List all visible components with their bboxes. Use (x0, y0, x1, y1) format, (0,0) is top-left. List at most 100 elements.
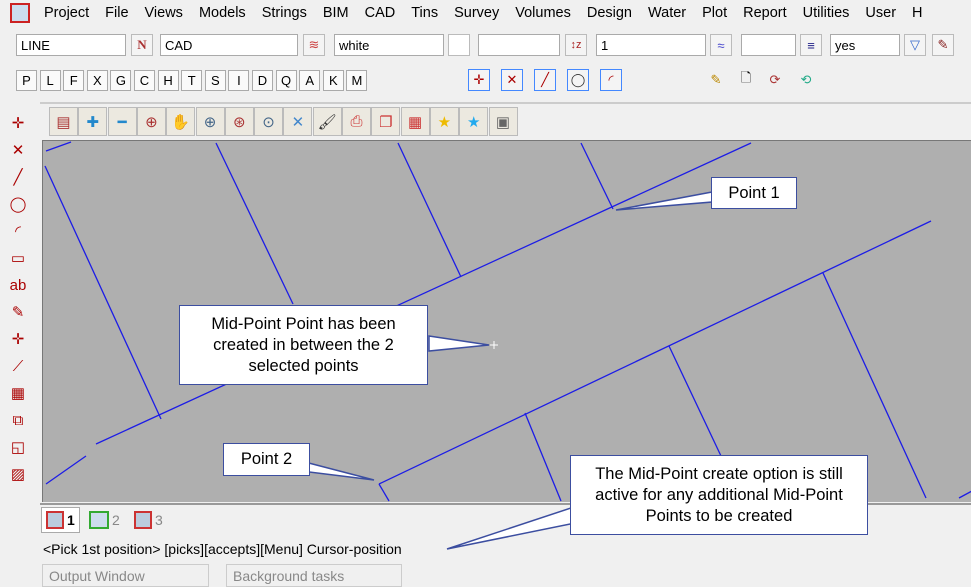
menu-project[interactable]: Project (36, 5, 97, 21)
menu-design[interactable]: Design (579, 5, 640, 21)
menu-report[interactable]: Report (735, 5, 795, 21)
zoom-window-icon[interactable]: ⊛ (224, 107, 254, 136)
style-field[interactable] (478, 34, 560, 56)
zoom-out-icon[interactable]: ━ (107, 107, 137, 136)
filter-a-button[interactable]: A (299, 70, 321, 91)
menu-bim[interactable]: BIM (315, 5, 357, 21)
view-tab-3[interactable]: 3 (134, 507, 163, 533)
table-tool-icon[interactable]: ▦ (5, 381, 31, 405)
string-line[interactable] (378, 220, 932, 485)
menu-h[interactable]: H (904, 5, 930, 21)
line-tool-icon[interactable]: ╱ (5, 165, 31, 189)
name-button[interactable]: N (131, 34, 153, 56)
transform-tool-icon[interactable]: ✛ (5, 327, 31, 351)
arc-tool-icon[interactable]: ◜ (5, 219, 31, 243)
menu-survey[interactable]: Survey (446, 5, 507, 21)
filter-q-button[interactable]: Q (275, 70, 297, 91)
edit-icon[interactable]: ⟳ (764, 69, 786, 91)
filter-l-button[interactable]: L (39, 70, 61, 91)
filter-t-button[interactable]: T (181, 70, 203, 91)
grid-icon[interactable]: ▦ (400, 107, 430, 136)
filter-h-button[interactable]: H (157, 70, 179, 91)
string-line[interactable] (95, 142, 752, 445)
zoom-plus-minus-icon[interactable]: ⊕ (195, 107, 225, 136)
zoom-previous-icon[interactable]: ⊙ (254, 107, 284, 136)
string-line[interactable] (397, 142, 462, 278)
view-tab-2[interactable]: 2 (89, 507, 120, 533)
model-field[interactable] (160, 34, 298, 56)
menu-strings[interactable]: Strings (254, 5, 315, 21)
layers-icon[interactable]: ≋ (303, 34, 325, 56)
filter-g-button[interactable]: G (110, 70, 132, 91)
brush-tool-icon[interactable]: ✎ (5, 300, 31, 324)
view-tab-1[interactable]: 1 (41, 507, 80, 533)
string-line[interactable] (44, 165, 162, 420)
filter-p-button[interactable]: P (16, 70, 37, 91)
pan-icon[interactable]: ✋ (166, 107, 196, 136)
visible-field[interactable] (830, 34, 900, 56)
z-icon[interactable]: ↕z (565, 34, 587, 56)
string-line[interactable] (580, 142, 614, 210)
menu-models[interactable]: Models (191, 5, 254, 21)
text-tool-icon[interactable]: ab (5, 273, 31, 297)
menu-file[interactable]: File (97, 5, 136, 21)
paint-icon[interactable]: 🖌 (312, 107, 342, 136)
menu-tins[interactable]: Tins (403, 5, 446, 21)
filter-m-button[interactable]: M (346, 70, 368, 91)
extra-field[interactable] (741, 34, 796, 56)
filter-x-button[interactable]: X (86, 70, 108, 91)
view-tool-icon[interactable]: ⧉ (5, 408, 31, 432)
string-type-field[interactable] (16, 34, 126, 56)
doc-icon[interactable]: 🗋 (735, 69, 757, 91)
point-tool-icon[interactable]: ✛ (5, 111, 31, 135)
string-line[interactable] (45, 455, 87, 485)
string-line[interactable] (378, 483, 390, 502)
filter-k-button[interactable]: K (322, 70, 344, 91)
linestyle-icon[interactable]: ≈ (710, 34, 732, 56)
triangle-down-icon[interactable]: ▽ (904, 34, 926, 56)
shape-tool-icon[interactable]: ◱ (5, 435, 31, 459)
windows-icon[interactable]: ❐ (371, 107, 401, 136)
string-line[interactable] (45, 141, 72, 152)
intersect-tool-icon[interactable]: ✕ (5, 138, 31, 162)
output-window-tab[interactable]: Output Window (42, 564, 209, 587)
zoom-extent-icon[interactable]: ⊕ (136, 107, 166, 136)
print-icon[interactable]: ⎙ (342, 107, 371, 136)
rectangle-tool-icon[interactable]: ▭ (5, 246, 31, 270)
snap-point-icon[interactable]: ✛ (468, 69, 490, 91)
weight-icon[interactable]: ≡ (800, 34, 822, 56)
filter-f-button[interactable]: F (63, 70, 85, 91)
clear-icon[interactable]: ✕ (283, 107, 313, 136)
snap-line-icon[interactable]: ╱ (534, 69, 556, 91)
layout-icon[interactable]: ▣ (488, 107, 518, 136)
image-tool-icon[interactable]: ▨ (5, 462, 31, 486)
menu-volumes[interactable]: Volumes (507, 5, 579, 21)
filter-c-button[interactable]: C (134, 70, 155, 91)
menu-cad[interactable]: CAD (357, 5, 404, 21)
filter-d-button[interactable]: D (252, 70, 273, 91)
plot-frame-icon[interactable]: ▤ (49, 107, 78, 136)
menu-water[interactable]: Water (640, 5, 694, 21)
star-yellow-icon[interactable]: ★ (429, 107, 459, 136)
string-line[interactable] (668, 345, 722, 457)
filter-i-button[interactable]: I (228, 70, 250, 91)
snap-arc-icon[interactable]: ◜ (600, 69, 622, 91)
pipette-icon[interactable]: ✎ (932, 34, 954, 56)
menu-views[interactable]: Views (137, 5, 191, 21)
snap-circle-icon[interactable]: ◯ (567, 69, 589, 91)
circle-tool-icon[interactable]: ◯ (5, 192, 31, 216)
string-line[interactable] (524, 412, 562, 502)
menu-utilities[interactable]: Utilities (795, 5, 858, 21)
filter-s-button[interactable]: S (204, 70, 226, 91)
background-tasks-tab[interactable]: Background tasks (226, 564, 402, 587)
menu-user[interactable]: User (857, 5, 904, 21)
measure-tool-icon[interactable]: ⟋ (5, 354, 31, 378)
menu-plot[interactable]: Plot (694, 5, 735, 21)
string-line[interactable] (215, 142, 294, 305)
star-blue-icon[interactable]: ★ (459, 107, 489, 136)
snap-intersect-icon[interactable]: ✕ (501, 69, 523, 91)
colour-swatch[interactable] (448, 34, 470, 56)
recycle-icon[interactable]: ⟲ (795, 69, 817, 91)
colour-field[interactable] (334, 34, 444, 56)
pencil-icon[interactable]: ✎ (705, 69, 727, 91)
